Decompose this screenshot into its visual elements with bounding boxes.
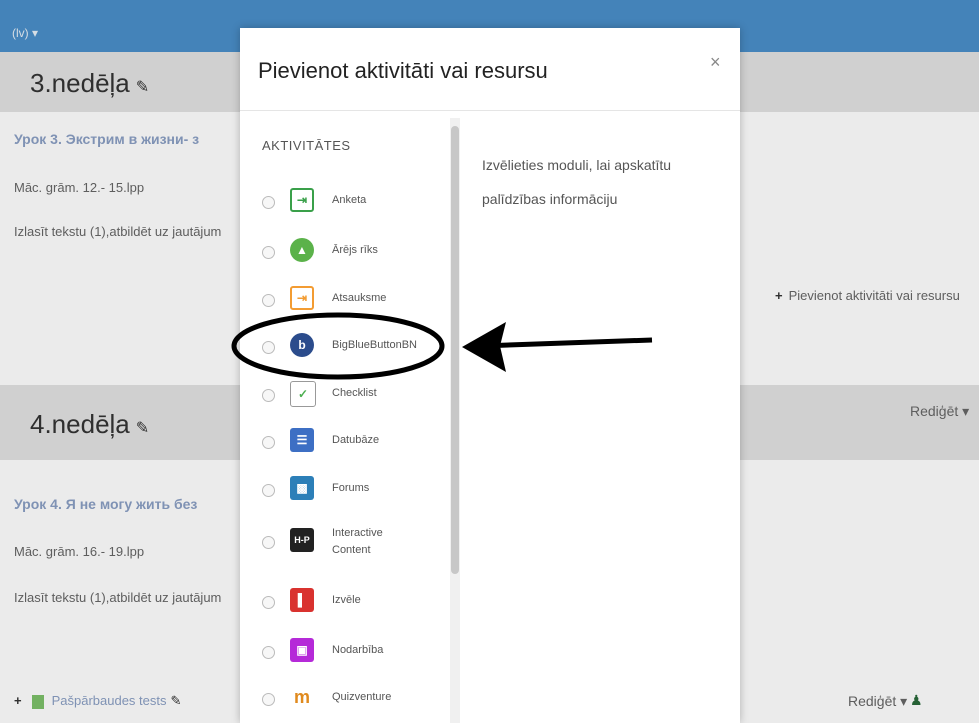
arrow-shaft: [479, 337, 653, 349]
annotation-overlay: [231, 312, 653, 380]
highlight-ellipse: [231, 312, 445, 380]
arrow-head: [462, 322, 506, 372]
